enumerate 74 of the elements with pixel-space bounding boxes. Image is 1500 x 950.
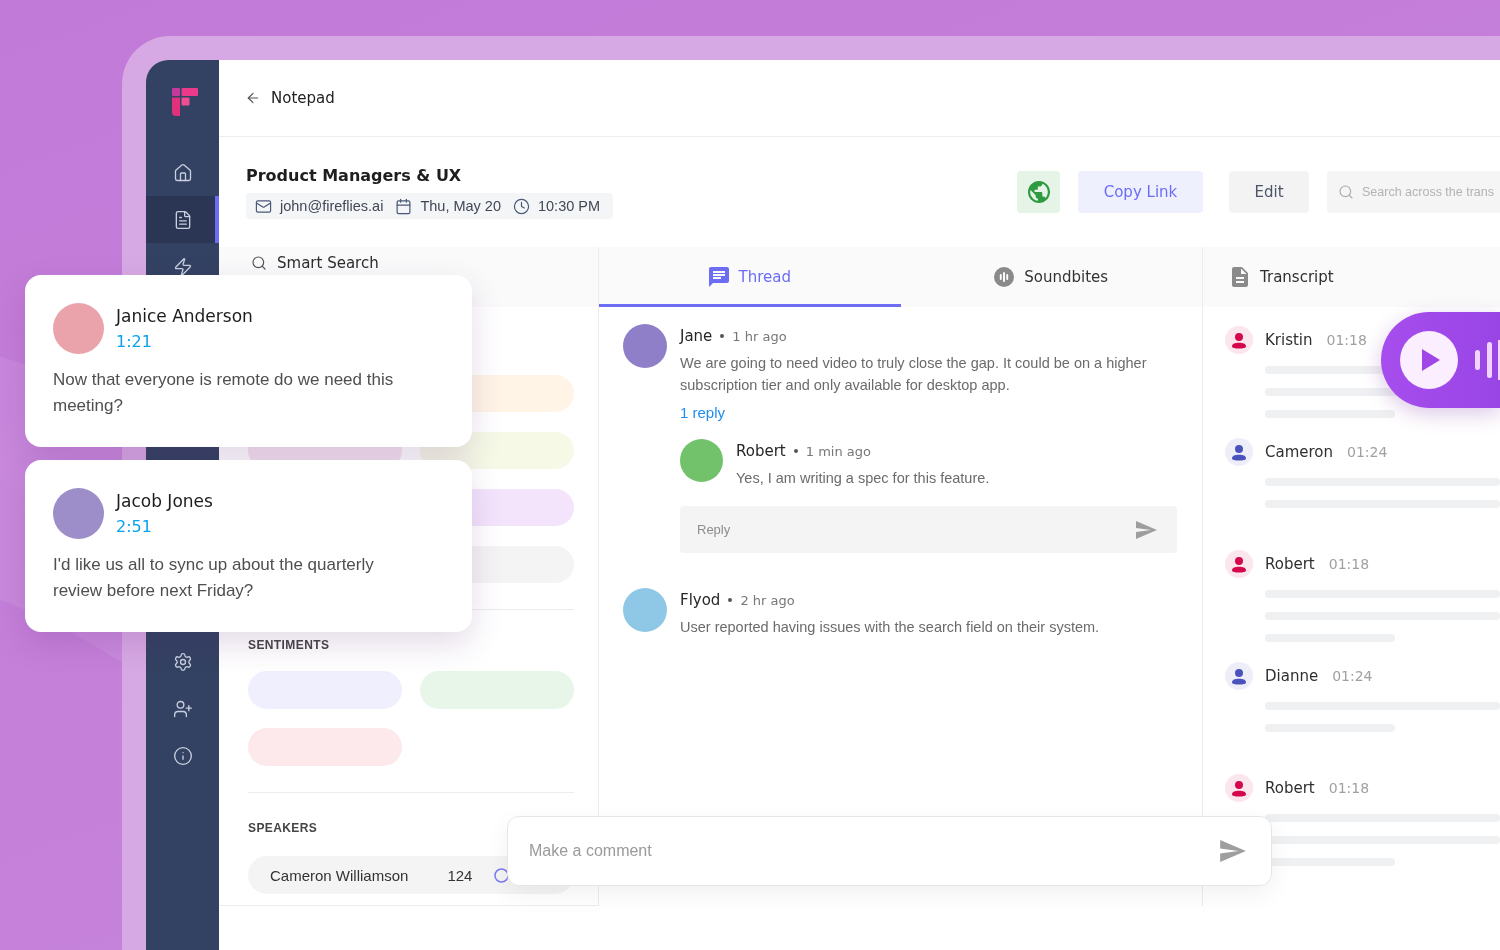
info-icon	[172, 745, 193, 766]
timestamp: 01:24	[1332, 668, 1373, 684]
card-name: Jacob Jones	[116, 489, 213, 513]
card-time[interactable]: 1:21	[116, 328, 152, 354]
card-text: Now that everyone is remote do we need this meeting?	[53, 369, 395, 417]
audio-wave-icon	[994, 267, 1015, 287]
back-button[interactable]: Notepad	[245, 89, 335, 107]
author-name: Robert	[736, 442, 786, 460]
settings-icon	[172, 651, 193, 672]
send-button[interactable]	[1220, 840, 1246, 862]
meeting-title: Product Managers & UX	[246, 165, 462, 187]
comment-text: We are going to need video to truly close the gap. It could be on a higher subscription tier and only available for desktop app.	[680, 354, 1148, 395]
comment-time: 1 hr ago	[732, 328, 787, 344]
person-icon	[1225, 438, 1253, 466]
speaker-name: Dianne	[1265, 667, 1319, 685]
separator-dot-icon	[720, 334, 725, 338]
document-icon	[1232, 267, 1248, 287]
card-text: I'd like us all to sync up about the quarterly review before next Friday?	[53, 554, 375, 602]
play-button[interactable]	[1400, 331, 1458, 389]
search-input[interactable]: Search across the trans	[1362, 171, 1500, 213]
person-icon	[1225, 550, 1253, 578]
app-logo[interactable]	[172, 88, 198, 116]
nav-button[interactable]	[146, 196, 219, 243]
speaker-count: 124	[447, 866, 473, 884]
timestamp: 01:18	[1328, 780, 1370, 796]
person-icon	[1225, 774, 1253, 802]
timestamp: 01:24	[1347, 444, 1388, 460]
author-name: Jane	[680, 327, 713, 345]
speaker-name: Robert	[1265, 555, 1315, 573]
waveform-icon	[1475, 340, 1500, 380]
timestamp: 01:18	[1328, 556, 1370, 572]
speaker-name: Cameron Williamson	[270, 866, 409, 884]
send-icon	[1136, 520, 1157, 539]
person-icon	[1225, 662, 1253, 690]
transcript-title: Transcript	[1260, 268, 1334, 286]
email-text: john@fireflies.ai	[280, 198, 384, 214]
mail-icon	[255, 197, 272, 215]
separator-dot-icon	[728, 598, 733, 602]
calendar-icon	[395, 197, 413, 215]
search-icon	[251, 255, 267, 271]
time-text: 10:30 PM	[538, 198, 601, 214]
separator-dot-icon	[793, 449, 798, 453]
replies-link[interactable]: 1 reply	[680, 403, 726, 423]
home-icon	[172, 162, 193, 183]
chat-icon	[708, 267, 729, 287]
card-name: Janice Anderson	[116, 304, 253, 328]
send-icon	[1220, 840, 1246, 862]
search-field[interactable]: Search across the trans	[1327, 171, 1500, 213]
globe-button[interactable]	[1017, 171, 1060, 213]
add-user-icon	[172, 698, 193, 719]
copy-link-button[interactable]: Copy Link	[1078, 171, 1203, 213]
comment-time: 1 min ago	[805, 443, 871, 459]
search-icon	[1338, 184, 1354, 200]
tab[interactable]: Soundbites	[900, 247, 1202, 307]
comment-text: Yes, I am writing a spec for this feature.	[736, 469, 991, 488]
send-button[interactable]	[1136, 520, 1157, 539]
lightning-icon	[172, 256, 193, 277]
tab[interactable]: Thread	[599, 247, 901, 307]
section-label: SENTIMENTS	[248, 638, 330, 652]
person-icon	[1225, 326, 1253, 354]
edit-button[interactable]: Edit	[1229, 171, 1309, 213]
speaker-name: Cameron	[1265, 443, 1334, 461]
clock-icon	[513, 197, 530, 215]
author-name: Flyod	[680, 591, 721, 609]
comment-text: User reported having issues with the search field on their system.	[680, 618, 1101, 637]
play-icon	[1422, 349, 1440, 371]
section-label: SPEAKERS	[248, 821, 318, 835]
speaker-name: Kristin	[1265, 331, 1313, 349]
card-time[interactable]: 2:51	[116, 513, 152, 539]
date-text: Thu, May 20	[420, 198, 501, 214]
globe-icon	[1027, 181, 1050, 203]
comment-time: 2 hr ago	[740, 592, 795, 608]
speaker-name: Robert	[1265, 779, 1315, 797]
timestamp: 01:18	[1326, 332, 1367, 348]
